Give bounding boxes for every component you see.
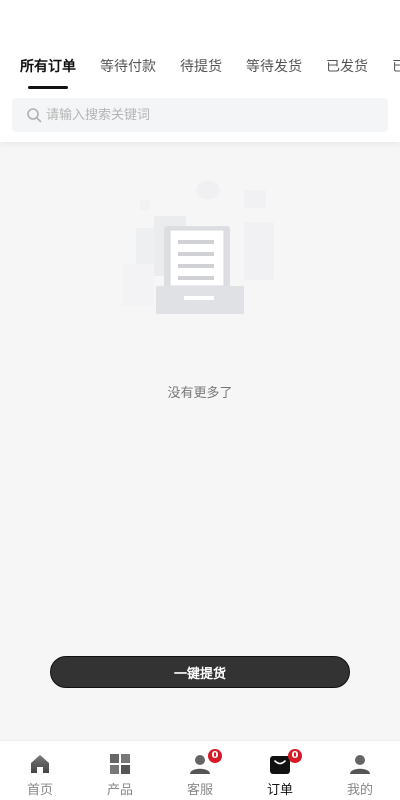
grid-icon	[110, 754, 130, 774]
tab-awaiting-shipment[interactable]: 等待发货	[246, 58, 302, 76]
search-bar[interactable]	[12, 98, 388, 132]
search-input[interactable]	[46, 98, 376, 132]
empty-state-text: 没有更多了	[167, 386, 233, 401]
user-icon	[350, 755, 370, 774]
tab-more[interactable]: 已	[392, 58, 400, 76]
nav-item-profile[interactable]: 我的	[320, 741, 400, 800]
nav-item-orders[interactable]: 0 订单	[240, 741, 320, 800]
nav-label-orders: 订单	[266, 783, 293, 798]
empty-box-illustration	[122, 181, 274, 314]
nav-item-home[interactable]: 首页	[0, 741, 80, 800]
tab-shipped[interactable]: 已发货	[326, 58, 368, 76]
tab-awaiting-pickup[interactable]: 待提货	[180, 58, 222, 76]
header: 所有订单 等待付款 待提货 等待发货 已发货 已	[0, 0, 400, 142]
tab-all-orders[interactable]: 所有订单	[20, 58, 76, 76]
orders-page: 所有订单 等待付款 待提货 等待发货 已发货 已 请输入搜索关键词 没有更多了 …	[0, 0, 400, 800]
orders-badge: 0	[288, 749, 302, 763]
customer-service-badge: 0	[208, 749, 222, 763]
nav-item-products[interactable]: 产品	[80, 741, 160, 800]
nav-label-profile: 我的	[346, 783, 373, 798]
search-icon	[27, 108, 42, 123]
active-tab-indicator	[28, 86, 68, 89]
home-icon	[31, 755, 49, 773]
order-tabs: 所有订单 等待付款 待提货 等待发货 已发货 已	[0, 48, 400, 88]
nav-label-customer-service: 客服	[186, 783, 213, 798]
nav-label-products: 产品	[106, 783, 133, 798]
nav-label-home: 首页	[26, 783, 53, 798]
tab-awaiting-payment[interactable]: 等待付款	[100, 58, 156, 76]
nav-item-customer-service[interactable]: 0 客服	[160, 741, 240, 800]
bottom-nav: 首页 产品 0 客服 0 订单 我的	[0, 740, 400, 800]
one-click-pickup-button[interactable]: 一键提货	[50, 656, 350, 688]
